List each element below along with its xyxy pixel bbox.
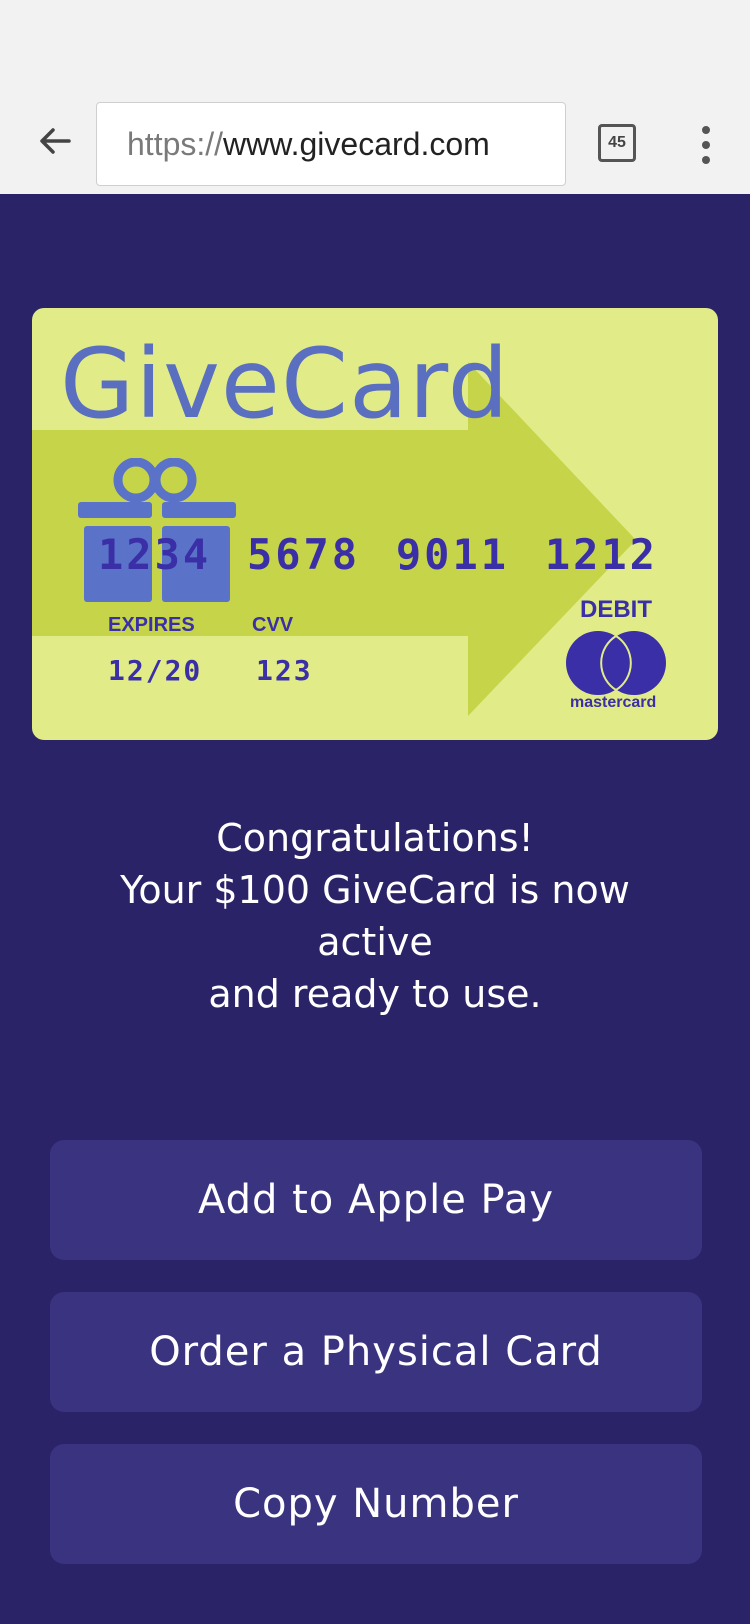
mastercard-wordmark: mastercard: [570, 694, 657, 711]
expires-value: 12/20: [108, 654, 203, 687]
more-vert-icon[interactable]: [694, 126, 718, 164]
order-physical-card-button[interactable]: Order a Physical Card: [50, 1292, 702, 1412]
message-line: and ready to use.: [208, 972, 542, 1016]
url-scheme: https://: [127, 125, 224, 162]
message-line: Congratulations!: [216, 816, 534, 860]
copy-number-button[interactable]: Copy Number: [50, 1444, 702, 1564]
card-number-group: 5678: [246, 530, 361, 579]
address-bar[interactable]: https:// www.givecard.com: [96, 102, 566, 186]
tabs-icon[interactable]: 45: [598, 124, 636, 162]
message-line: Your $100 GiveCard is now active: [120, 868, 630, 964]
add-to-apple-pay-button[interactable]: Add to Apple Pay: [50, 1140, 702, 1260]
url-host: www.givecard.com: [223, 125, 490, 162]
cvv-value: 123: [256, 654, 313, 687]
tab-count: 45: [608, 134, 626, 151]
cvv-label: CVV: [252, 614, 294, 636]
debit-label: DEBIT: [580, 596, 652, 623]
card-number: 1234 5678 9011 1212: [98, 530, 658, 579]
card-number-group: 9011: [395, 530, 510, 579]
back-arrow-icon: [40, 128, 71, 154]
mastercard-logo-icon: [566, 631, 666, 695]
browser-toolbar: https:// www.givecard.com 45: [0, 0, 750, 194]
expires-label: EXPIRES: [108, 614, 195, 636]
givecard-card: GiveCard 1234 5678 9011 1212 EXPIRES CVV…: [32, 308, 718, 740]
card-number-group: 1212: [544, 530, 658, 579]
back-button[interactable]: [30, 116, 80, 166]
card-number-group: 1234: [98, 530, 212, 579]
card-brand: GiveCard: [60, 328, 510, 440]
activation-message: Congratulations! Your $100 GiveCard is n…: [60, 812, 690, 1020]
